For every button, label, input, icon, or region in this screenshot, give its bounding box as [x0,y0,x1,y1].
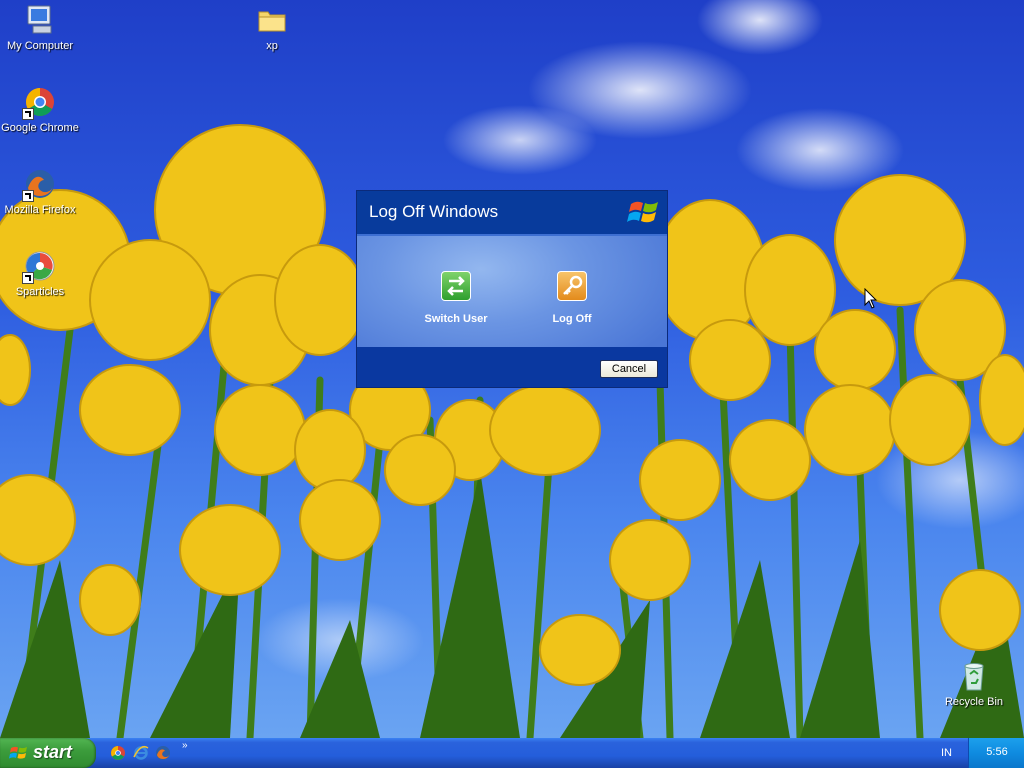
shortcut-arrow-icon [22,272,34,284]
desktop-icon-label: Mozilla Firefox [4,204,76,216]
taskbar: start » IN 5:56 [0,738,1024,768]
quicklaunch-chevron[interactable]: » [182,740,188,751]
language-indicator[interactable]: IN [941,747,952,759]
start-label: start [33,742,73,762]
desktop-icon-sparticles[interactable]: Sparticles [0,250,80,298]
dialog-title: Log Off Windows [369,202,499,221]
windows-logo-icon [9,746,27,759]
system-tray: 5:56 [968,738,1024,768]
shortcut-arrow-icon [22,190,34,202]
desktop-icon-xp-folder[interactable]: xp [232,4,312,52]
desktop-icon-label: Recycle Bin [944,696,1004,708]
switch-user-icon [441,271,471,301]
cancel-button[interactable]: Cancel [600,360,658,378]
dialog-header: Log Off Windows [357,191,667,236]
desktop-icon-label: My Computer [6,40,74,52]
firefox-icon [22,168,56,202]
key-icon [557,271,587,301]
dialog-body: Switch User Log Off [357,236,667,347]
desktop-icon-google-chrome[interactable]: Google Chrome [0,86,80,134]
recycle-bin-icon [958,660,990,692]
logoff-label: Log Off [552,313,592,325]
sparticles-icon [22,250,56,284]
logoff-button[interactable]: Log Off [532,271,612,325]
desktop-icon-recycle-bin[interactable]: Recycle Bin [934,660,1014,708]
chrome-icon [22,86,56,120]
quicklaunch-internet-explorer-icon[interactable] [133,745,149,761]
clock[interactable]: 5:56 [969,746,1024,758]
shortcut-arrow-icon [22,108,34,120]
mouse-cursor-icon [864,288,878,309]
quicklaunch-firefox-icon[interactable] [155,745,171,761]
desktop-icon-my-computer[interactable]: My Computer [0,4,80,52]
desktop-icon-label: Sparticles [15,286,65,298]
desktop-icon-label: Google Chrome [1,122,79,134]
desktop-icon-mozilla-firefox[interactable]: Mozilla Firefox [0,168,80,216]
dialog-footer: Cancel [357,347,667,387]
quicklaunch-chrome-icon[interactable] [110,745,126,761]
desktop-icon-label: xp [266,40,278,52]
switch-user-button[interactable]: Switch User [416,271,496,325]
switch-user-label: Switch User [424,313,488,325]
folder-icon [256,4,288,36]
start-button[interactable]: start [0,738,96,768]
my-computer-icon [24,4,56,36]
logoff-dialog: Log Off Windows Switch User Log Off Canc… [356,190,668,388]
windows-logo-icon [627,201,658,223]
